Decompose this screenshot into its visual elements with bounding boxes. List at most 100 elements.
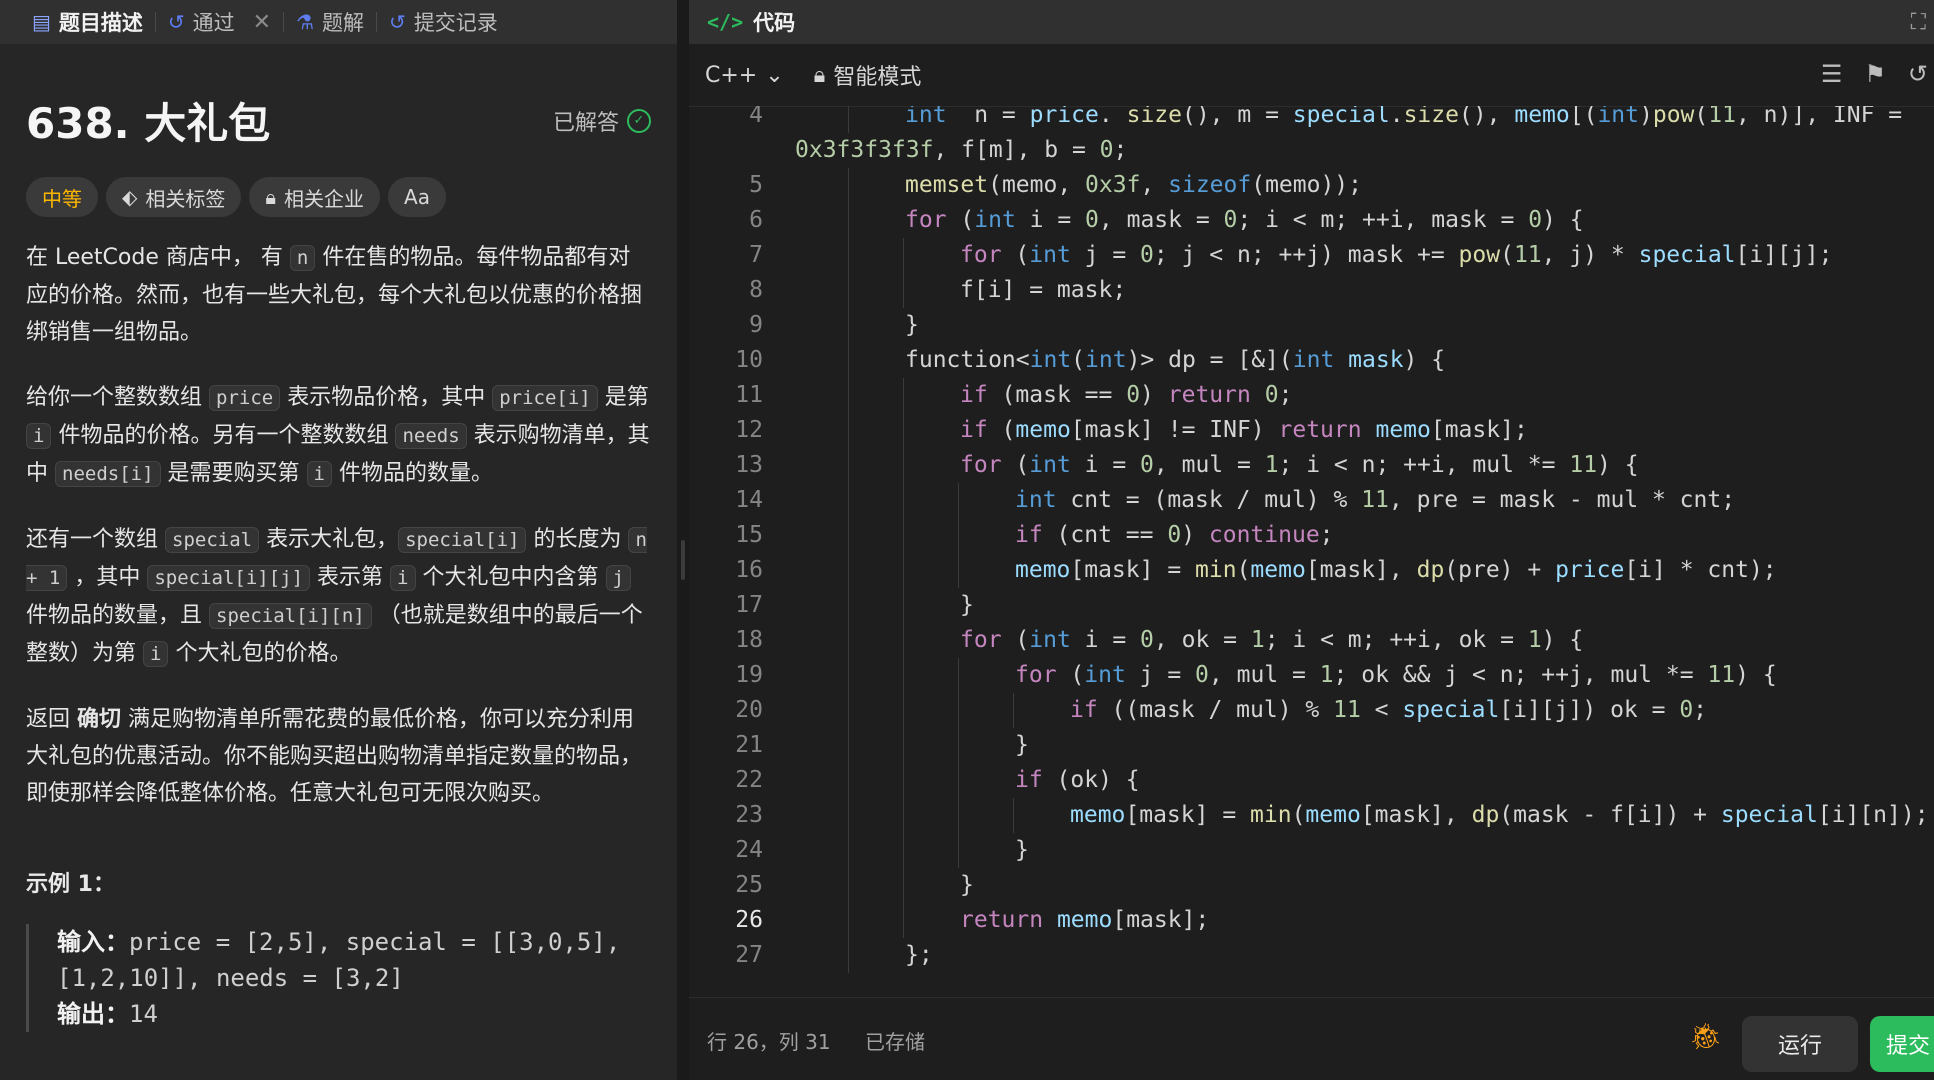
inline-code: needs: [395, 423, 467, 449]
bookmark-icon[interactable]: ⚑: [1864, 60, 1886, 88]
line-number: 20: [735, 697, 763, 723]
code-line[interactable]: 20 if ((mask / mul) % 11 < special[i][j])…: [689, 693, 1934, 728]
tab-description[interactable]: ▤ 题目描述: [20, 0, 155, 44]
panel-resizer[interactable]: [677, 0, 689, 1080]
code-line[interactable]: 17}: [689, 588, 1934, 623]
code-line[interactable]: 13 for (int i = 0, mul = 1; i < n; ++i, m…: [689, 448, 1934, 483]
code-panel: </> 代码 ⛶ C++ ⌄ 🔒︎ 智能模式 ☰ ⚑ ↺ 4 int n = pr…: [689, 0, 1934, 1080]
indent-guide: [903, 833, 904, 868]
line-number: 15: [735, 522, 763, 548]
tab-solutions[interactable]: ⚗ 题解: [284, 0, 376, 44]
indent-guide: [903, 658, 904, 693]
bold-text: 确切: [77, 707, 122, 732]
lock-icon: 🔒︎: [813, 62, 826, 88]
resize-grip[interactable]: [681, 540, 685, 580]
indent-guide: [848, 588, 849, 623]
code-line[interactable]: 19 for (int j = 0, mul = 1; ok && j < n; …: [689, 658, 1934, 693]
code-line[interactable]: 7 for (int j = 0; j < n; ++j) mask += pow…: [689, 238, 1934, 273]
line-number: 23: [735, 802, 763, 828]
font-size-label: Aa: [404, 185, 430, 209]
font-size-button[interactable]: Aa: [388, 177, 446, 217]
line-number: 14: [735, 487, 763, 513]
code-line[interactable]: 10 function<int(int)> dp = [&](int mask) …: [689, 343, 1934, 378]
code-text: for (int i = 0, mask = 0; i < m; ++i, ma…: [905, 207, 1584, 233]
code-text: }: [960, 592, 974, 618]
line-number: 9: [749, 312, 763, 338]
code-line[interactable]: 25}: [689, 868, 1934, 903]
code-line[interactable]: 5 memset(memo, 0x3f, sizeof(memo));: [689, 168, 1934, 203]
indent-guide: [848, 938, 849, 973]
line-number: 19: [735, 662, 763, 688]
code-text: if (cnt == 0) continue;: [1015, 522, 1334, 548]
indent-guide: [903, 903, 904, 938]
code-line[interactable]: 24}: [689, 833, 1934, 868]
indent-guide: [903, 693, 904, 728]
problem-content: 638. 大礼包 已解答 ✓ 中等 ⬖ 相关标签 🔒︎ 相关企业 Aa 在 Le…: [0, 90, 677, 1032]
indent-guide: [903, 868, 904, 903]
code-line[interactable]: 22 if (ok) {: [689, 763, 1934, 798]
document-icon: ▤: [32, 10, 51, 34]
tab-description-label: 题目描述: [58, 11, 143, 35]
indent-guide: [848, 518, 849, 553]
tag-icon: ⬖: [122, 185, 138, 209]
maximize-icon[interactable]: ⛶: [1911, 10, 1926, 35]
tab-passed[interactable]: ↺ 通过 ✕: [156, 0, 283, 44]
code-line[interactable]: 18 for (int i = 0, ok = 1; i < m; ++i, ok…: [689, 623, 1934, 658]
save-status: 已存储: [865, 1030, 925, 1054]
indent-guide: [848, 203, 849, 238]
tab-submissions[interactable]: ↺ 提交记录: [377, 0, 510, 44]
problem-title: 638. 大礼包: [26, 99, 271, 148]
code-line[interactable]: 11 if (mask == 0) return 0;: [689, 378, 1934, 413]
code-text: memset(memo, 0x3f, sizeof(memo));: [905, 172, 1362, 198]
smart-mode-toggle[interactable]: 🔒︎ 智能模式: [814, 59, 922, 91]
related-tags-button[interactable]: ⬖ 相关标签: [106, 177, 242, 217]
code-text: };: [905, 942, 933, 968]
code-line[interactable]: 8 f[i] = mask;: [689, 273, 1934, 308]
inline-code: special[i]: [398, 527, 527, 553]
code-line[interactable]: 26 return memo[mask];: [689, 903, 1934, 938]
indent-guide: [958, 728, 959, 763]
reset-icon[interactable]: ↺: [1908, 60, 1928, 88]
indent-guide: [903, 553, 904, 588]
related-companies-button[interactable]: 🔒︎ 相关企业: [249, 177, 381, 217]
debug-icon[interactable]: 🐞︎: [1689, 1022, 1722, 1052]
language-select[interactable]: C++ ⌄: [705, 63, 784, 88]
code-line[interactable]: 15 if (cnt == 0) continue;: [689, 518, 1934, 553]
indent-guide: [848, 903, 849, 938]
history-icon: ↺: [389, 10, 406, 34]
line-number: 13: [735, 452, 763, 478]
indent-guide: [958, 798, 959, 833]
inline-code: special[i][j]: [147, 565, 311, 591]
indent-guide: [903, 378, 904, 413]
code-line[interactable]: 4 int n = price. size(), m = special.size…: [689, 106, 1934, 133]
submit-button[interactable]: 提交: [1870, 1016, 1934, 1072]
difficulty-badge[interactable]: 中等: [26, 177, 98, 217]
code-line[interactable]: 0x3f3f3f3f, f[m], b = 0;: [689, 133, 1934, 168]
code-line[interactable]: 23 memo[mask] = min(memo[mask], dp(mask -…: [689, 798, 1934, 833]
code-line[interactable]: 14 int cnt = (mask / mul) % 11, pre = mas…: [689, 483, 1934, 518]
editor-statusbar: 行 26，列 31 已存储 🐞︎ 运行 提交: [689, 997, 1934, 1080]
code-line[interactable]: 9}: [689, 308, 1934, 343]
code-text: return memo[mask];: [960, 907, 1210, 933]
code-text: for (int i = 0, mul = 1; i < n; ++i, mul…: [960, 452, 1639, 478]
inline-code: i: [390, 565, 416, 591]
indent-guide: [958, 518, 959, 553]
run-button[interactable]: 运行: [1742, 1016, 1858, 1072]
code-line[interactable]: 27};: [689, 938, 1934, 973]
code-editor[interactable]: 4 int n = price. size(), m = special.size…: [689, 106, 1934, 998]
code-line[interactable]: 16 memo[mask] = min(memo[mask], dp(pre) +…: [689, 553, 1934, 588]
tab-submissions-label: 提交记录: [413, 11, 498, 35]
code-line[interactable]: 6 for (int i = 0, mask = 0; i < m; ++i, m…: [689, 203, 1934, 238]
example-block: 输入：price = [2,5], special = [[3,0,5],[1,…: [26, 924, 651, 1032]
indent-guide: [848, 413, 849, 448]
inline-code: n + 1: [26, 527, 647, 591]
indent-guide: [903, 518, 904, 553]
line-number: 26: [735, 907, 763, 933]
code-line[interactable]: 21}: [689, 728, 1934, 763]
close-icon[interactable]: ✕: [253, 10, 271, 35]
inline-code: needs[i]: [55, 461, 161, 487]
indent-guide: [903, 763, 904, 798]
code-text: int cnt = (mask / mul) % 11, pre = mask …: [1015, 487, 1736, 513]
code-line[interactable]: 12 if (memo[mask] != INF) return memo[mas…: [689, 413, 1934, 448]
format-icon[interactable]: ☰: [1821, 60, 1843, 88]
